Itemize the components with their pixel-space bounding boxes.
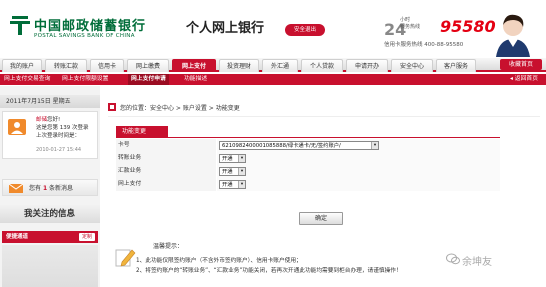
card-hotline: 信用卡服务热线 400-88-95580 <box>384 42 464 48</box>
back-home-label: 返回首页 <box>514 76 538 82</box>
subnav-apply[interactable]: 网上支付申请 <box>128 74 169 85</box>
transfer-select-value: 开通 <box>222 156 233 162</box>
logo-chinese: 中国邮政储蓄银行 <box>34 19 147 34</box>
back-home-button[interactable]: ◂ 返回首页 <box>510 74 538 85</box>
user-name: 邮储 <box>36 117 48 123</box>
breadcrumb-prefix: 您的位置： <box>120 105 151 112</box>
msg-count: 1 <box>42 185 48 192</box>
chevron-down-icon: ▾ <box>238 168 245 175</box>
breadcrumb-path: 安全中心 > 账户设置 > 功能变更 <box>150 105 240 112</box>
tab-underline <box>116 137 500 138</box>
remit-label: 汇款业务 <box>116 165 216 178</box>
form-row-transfer: 转账业务 开通 ▾ <box>116 152 500 165</box>
exit-button[interactable]: 安全退出 <box>285 24 325 36</box>
transfer-label: 转账业务 <box>116 152 216 165</box>
favorite-home-button[interactable]: 收藏首页 <box>500 59 542 70</box>
chevron-down-icon: ▾ <box>371 142 378 149</box>
follow-title: 我关注的信息 <box>0 205 100 223</box>
nav-credit-card[interactable]: 信用卡 <box>90 59 124 72</box>
quick-access-label: 便捷通道 <box>6 234 29 240</box>
subnav-query[interactable]: 网上支付交易查询 <box>4 74 50 85</box>
logo-english: POSTAL SAVINGS BANK OF CHINA <box>34 33 135 39</box>
hotline-caption: 小时 服务热线 <box>400 17 420 31</box>
date-display: 2011年7月15日 星期五 <box>0 95 100 108</box>
customize-button[interactable]: 定制 <box>78 233 95 241</box>
breadcrumb: 您的位置：安全中心 > 账户设置 > 功能变更 <box>120 103 240 112</box>
login-prefix: 这是您第 <box>36 125 59 131</box>
nav-payment[interactable]: 网上缴费 <box>127 59 169 72</box>
user-info-box: 邮储您好! 这是您第 139 次登录 上次登录时间是： 2010-01-27 1… <box>2 111 98 159</box>
chevron-down-icon: ▾ <box>238 181 245 188</box>
sidebar: 2011年7月15日 星期五 邮储您好! 这是您第 139 次登录 上次登录时间… <box>0 86 100 287</box>
nav-online-pay[interactable]: 网上支付 <box>172 59 216 72</box>
card-select-value: 6210982400001085888/绿卡通卡/无/签约账户/ <box>222 143 341 149</box>
last-login-label: 上次登录时间是： <box>36 133 81 139</box>
form-row-card: 卡号 6210982400001085888/绿卡通卡/无/签约账户/ ▾ <box>116 139 500 152</box>
nav-loan[interactable]: 个人贷款 <box>301 59 343 72</box>
card-select[interactable]: 6210982400001085888/绿卡通卡/无/签约账户/ ▾ <box>219 141 379 150</box>
subnav-description[interactable]: 功能描述 <box>184 74 207 85</box>
hotline-caption-2: 服务热线 <box>400 24 421 30</box>
card-label: 卡号 <box>116 139 216 152</box>
hotline-number: 95580 <box>440 17 496 36</box>
nav-security[interactable]: 安全中心 <box>391 59 433 72</box>
nav-forex[interactable]: 外汇通 <box>262 59 298 72</box>
tip-line-2: 2、将签约账户的“转账业务”、“汇款业务”功能关闭，若再次开通此功能均需要到柜台… <box>136 268 402 274</box>
tab-function-change[interactable]: 功能变更 <box>116 126 168 137</box>
remit-select-value: 开通 <box>222 169 233 175</box>
form-row-remit: 汇款业务 开通 ▾ <box>116 165 500 178</box>
last-login-time: 2010-01-27 15:44 <box>36 147 82 153</box>
wechat-icon <box>446 253 460 265</box>
nav-my-account[interactable]: 我的账户 <box>2 59 42 72</box>
pencil-note-icon <box>115 249 136 267</box>
tip-line-1: 1、此功能仅限签约账户（不含外币签约账户）、信用卡账户使用； <box>136 258 302 264</box>
user-greeting: 邮储您好! 这是您第 139 次登录 上次登录时间是： <box>36 116 89 140</box>
header: 中国邮政储蓄银行 POSTAL SAVINGS BANK OF CHINA 个人… <box>0 0 546 58</box>
hotline-caption-1: 小时 <box>400 17 411 23</box>
quick-access-panel <box>2 245 98 287</box>
envelope-icon <box>9 184 23 193</box>
nav-transfer[interactable]: 转账汇款 <box>45 59 87 72</box>
message-notice[interactable]: 您有 1 条新消息 <box>2 179 98 196</box>
transfer-select[interactable]: 开通 ▾ <box>219 154 246 163</box>
chevron-down-icon: ▾ <box>238 155 245 162</box>
msg-prefix: 您有 <box>29 185 42 192</box>
nav-service[interactable]: 客户服务 <box>436 59 476 72</box>
msg-suffix: 条新消息 <box>49 185 74 192</box>
online-pay-label: 网上支付 <box>116 178 216 191</box>
function-form: 卡号 6210982400001085888/绿卡通卡/无/签约账户/ ▾ 转账… <box>116 139 500 191</box>
divider <box>108 116 540 117</box>
location-icon <box>108 103 116 111</box>
nav-apply[interactable]: 申请开办 <box>346 59 388 72</box>
bank-logo-icon <box>10 16 30 35</box>
quick-access-bar: 便捷通道 定制 <box>2 231 98 243</box>
remit-select[interactable]: 开通 ▾ <box>219 167 246 176</box>
login-count: 139 <box>59 125 71 131</box>
user-icon <box>8 119 26 135</box>
online-pay-select-value: 开通 <box>222 182 233 188</box>
confirm-button[interactable]: 确定 <box>299 212 343 225</box>
form-row-online-pay: 网上支付 开通 ▾ <box>116 178 500 191</box>
nav-investment[interactable]: 投资理财 <box>219 59 259 72</box>
greeting-suffix: 您好! <box>47 117 61 123</box>
login-suffix: 次登录 <box>72 125 89 131</box>
online-pay-select[interactable]: 开通 ▾ <box>219 180 246 189</box>
tips-title: 温馨提示： <box>153 243 184 250</box>
page-title: 个人网上银行 <box>186 21 265 36</box>
watermark: 余坤友 <box>462 257 492 268</box>
service-agent-avatar <box>496 14 530 57</box>
subnav-limit[interactable]: 网上支付限额设置 <box>62 74 108 85</box>
main-nav: 我的账户 转账汇款 信用卡 网上缴费 网上支付 投资理财 外汇通 个人贷款 申请… <box>0 58 546 72</box>
sub-nav: 网上支付交易查询 网上支付限额设置 网上支付申请 功能描述 ◂ 返回首页 <box>0 74 546 85</box>
